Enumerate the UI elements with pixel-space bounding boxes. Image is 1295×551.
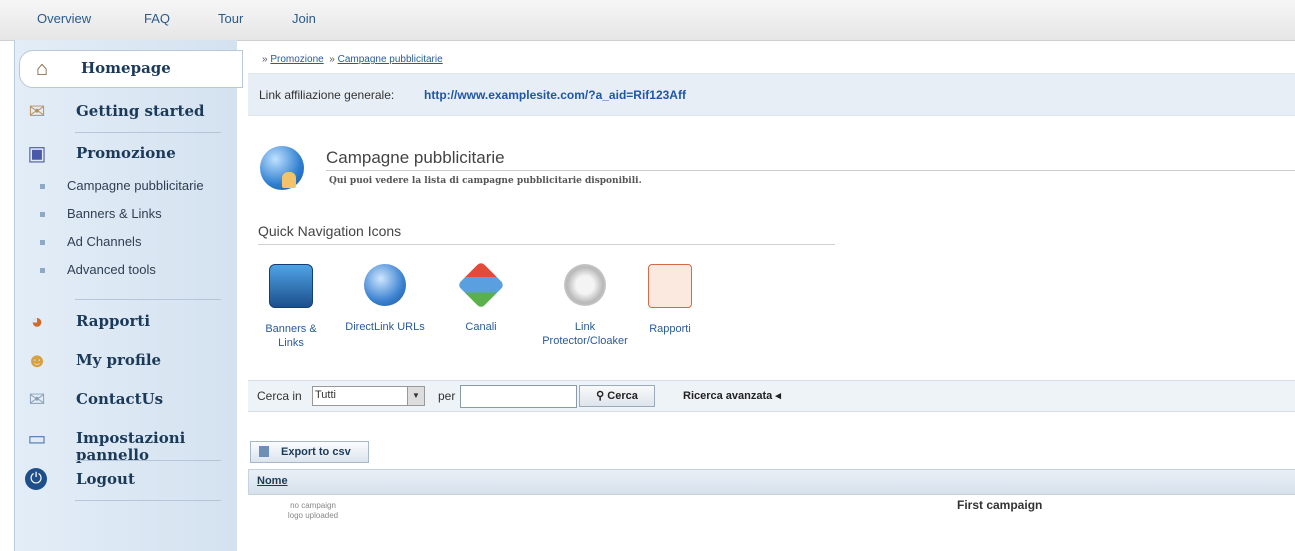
sidebar-item-label: ContactUs	[76, 390, 164, 408]
sidebar-item-label: Homepage	[81, 59, 171, 77]
divider	[75, 460, 221, 461]
sidebar-item-rapporti[interactable]: ◕ Rapporti	[15, 304, 237, 340]
search-bar: Cerca in Tutti ▼ per ⚲ Cerca Ricerca ava…	[248, 380, 1295, 412]
sidebar-item-logout[interactable]: ⏻ Logout	[15, 462, 237, 498]
sidebar-item-label: Getting started	[76, 102, 205, 120]
quick-nav-title: Quick Navigation Icons	[258, 223, 402, 239]
breadcrumb-campagne[interactable]: Campagne pubblicitarie	[338, 54, 443, 65]
sidebar-item-label: Impostazioni pannello	[76, 429, 186, 464]
page-title: Campagne pubblicitarie	[326, 148, 505, 167]
table-header: Nome	[248, 469, 1295, 495]
campaign-name[interactable]: First campaign	[957, 498, 1042, 512]
getting-started-icon: ✉	[28, 101, 46, 123]
quicknav-label: Canali	[465, 321, 497, 333]
sidebar-subitem-banners[interactable]: Banners & Links	[15, 203, 237, 225]
quicknav-directlink[interactable]: DirectLink URLs	[340, 264, 430, 334]
column-header-nome[interactable]: Nome	[257, 475, 288, 487]
sidebar-item-label: Logout	[76, 470, 135, 488]
envelope-icon: ✉	[28, 389, 46, 411]
nav-join[interactable]: Join	[292, 11, 316, 26]
nav-faq[interactable]: FAQ	[144, 11, 170, 26]
affiliate-link-bar: Link affiliazione generale: http://www.e…	[248, 73, 1295, 116]
export-icon	[259, 446, 269, 457]
quicknav-link-protector[interactable]: Link Protector/Cloaker	[540, 264, 630, 348]
bullet-icon	[40, 240, 45, 245]
table-row[interactable]: no campaign logo uploaded First campaign	[248, 494, 1295, 551]
divider	[75, 500, 221, 501]
breadcrumb-promozione[interactable]: Promozione	[270, 54, 323, 65]
quicknav-canali[interactable]: Canali	[436, 261, 526, 334]
bullet-icon	[40, 184, 45, 189]
sidebar-item-impostazioni[interactable]: ▭ Impostazioni pannello	[15, 421, 237, 464]
sidebar-item-getting-started[interactable]: ✉ Getting started	[15, 94, 237, 130]
sidebar-item-label: Rapporti	[76, 312, 151, 330]
sidebar-item-label: Promozione	[76, 144, 176, 162]
search-in-label: Cerca in	[257, 389, 302, 403]
subitem-label: Campagne pubblicitarie	[67, 178, 204, 193]
subitem-label: Banners & Links	[67, 206, 162, 221]
reports-chart-icon	[648, 264, 692, 308]
affiliate-link-url[interactable]: http://www.examplesite.com/?a_aid=Rif123…	[424, 88, 686, 102]
reports-icon: ◕	[30, 311, 44, 333]
search-button[interactable]: ⚲ Cerca	[579, 385, 655, 407]
quicknav-label: Banners & Links	[265, 323, 317, 349]
divider	[326, 170, 1295, 171]
sidebar-subitem-ad-channels[interactable]: Ad Channels	[15, 231, 237, 253]
sidebar-item-contactus[interactable]: ✉ ContactUs	[15, 382, 237, 418]
link-protector-icon	[564, 264, 606, 306]
affiliate-link-label: Link affiliazione generale:	[259, 88, 395, 102]
nav-tour[interactable]: Tour	[218, 11, 243, 26]
campaigns-globe-icon	[260, 146, 304, 190]
search-icon: ⚲	[596, 390, 605, 402]
home-icon: ⌂	[35, 58, 49, 80]
search-input[interactable]	[460, 385, 577, 408]
subitem-label: Advanced tools	[67, 262, 156, 277]
banners-icon	[269, 264, 313, 308]
power-icon: ⏻	[25, 468, 47, 490]
sidebar-item-my-profile[interactable]: ☻ My profile	[15, 343, 237, 379]
sidebar-item-label: My profile	[76, 351, 162, 369]
directlink-icon	[364, 264, 406, 306]
per-label: per	[438, 389, 456, 403]
promotion-icon: ▣	[27, 143, 47, 165]
quicknav-label: DirectLink URLs	[345, 321, 425, 333]
search-scope-select[interactable]: Tutti ▼	[312, 386, 425, 406]
bullet-icon	[40, 268, 45, 273]
export-label: Export to csv	[281, 446, 351, 458]
breadcrumb-separator: »	[262, 54, 268, 65]
quicknav-rapporti[interactable]: Rapporti	[625, 264, 715, 336]
search-button-label: Cerca	[607, 390, 638, 402]
nav-overview[interactable]: Overview	[37, 11, 91, 26]
bullet-icon	[40, 212, 45, 217]
sidebar-item-promozione[interactable]: ▣ Promozione	[15, 136, 237, 172]
export-csv-button[interactable]: Export to csv	[250, 441, 369, 463]
sidebar-subitem-advanced-tools[interactable]: Advanced tools	[15, 259, 237, 281]
sidebar-subitem-campagne[interactable]: Campagne pubblicitarie	[15, 175, 237, 197]
divider	[75, 299, 221, 300]
divider	[258, 244, 835, 245]
breadcrumb-separator: »	[329, 54, 335, 65]
main-content: » Promozione » Campagne pubblicitarie Li…	[248, 40, 1295, 551]
top-navigation: Overview FAQ Tour Join	[0, 0, 1295, 41]
sidebar-item-homepage[interactable]: ⌂ Homepage	[19, 50, 243, 88]
divider	[75, 132, 221, 133]
quicknav-banners-links[interactable]: Banners & Links	[246, 264, 336, 350]
profile-icon: ☻	[26, 350, 48, 372]
chevron-down-icon[interactable]: ▼	[407, 387, 424, 405]
page-subtitle: Qui puoi vedere la lista di campagne pub…	[329, 176, 642, 186]
subitem-label: Ad Channels	[67, 234, 142, 249]
advanced-search-link[interactable]: Ricerca avanzata ◂	[683, 389, 781, 402]
quicknav-label: Link Protector/Cloaker	[542, 321, 628, 347]
select-value: Tutti	[315, 389, 336, 401]
channels-icon	[457, 261, 505, 309]
quicknav-label: Rapporti	[649, 323, 691, 335]
breadcrumb: » Promozione » Campagne pubblicitarie	[262, 54, 443, 65]
settings-icon: ▭	[27, 428, 47, 450]
sidebar: ⌂ Homepage ✉ Getting started ▣ Promozion…	[14, 40, 243, 551]
campaign-logo-placeholder: no campaign logo uploaded	[287, 501, 339, 520]
